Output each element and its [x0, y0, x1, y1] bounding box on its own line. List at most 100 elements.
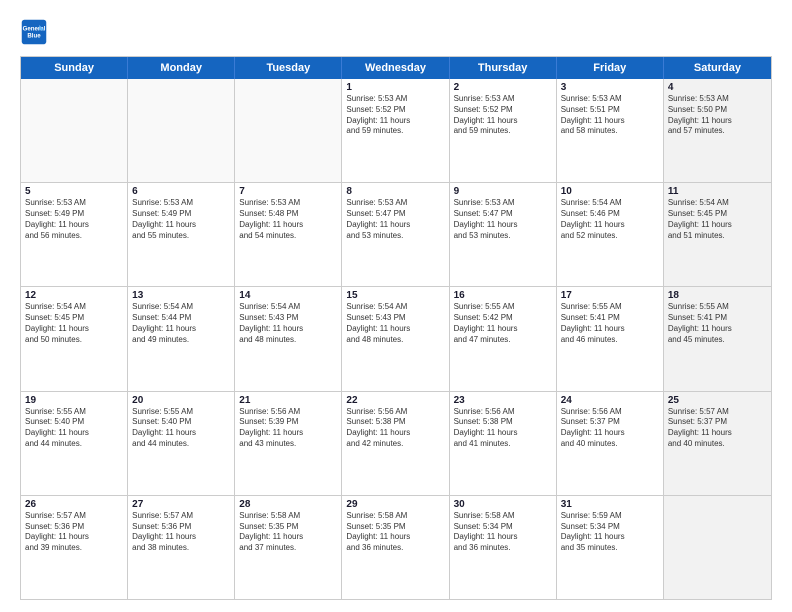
calendar-cell: 16Sunrise: 5:55 AM Sunset: 5:42 PM Dayli…: [450, 287, 557, 390]
calendar-cell: 31Sunrise: 5:59 AM Sunset: 5:34 PM Dayli…: [557, 496, 664, 599]
calendar-cell: 6Sunrise: 5:53 AM Sunset: 5:49 PM Daylig…: [128, 183, 235, 286]
day-number: 29: [346, 499, 444, 510]
cell-info: Sunrise: 5:55 AM Sunset: 5:42 PM Dayligh…: [454, 302, 552, 345]
day-number: 16: [454, 290, 552, 301]
cell-info: Sunrise: 5:56 AM Sunset: 5:38 PM Dayligh…: [346, 407, 444, 450]
day-number: 20: [132, 395, 230, 406]
logo-icon: General Blue: [20, 18, 48, 46]
day-number: 1: [346, 82, 444, 93]
cell-info: Sunrise: 5:57 AM Sunset: 5:36 PM Dayligh…: [25, 511, 123, 554]
day-number: 21: [239, 395, 337, 406]
cell-info: Sunrise: 5:58 AM Sunset: 5:35 PM Dayligh…: [239, 511, 337, 554]
calendar-header-cell: Sunday: [21, 57, 128, 79]
day-number: 17: [561, 290, 659, 301]
svg-text:Blue: Blue: [27, 32, 41, 39]
day-number: 31: [561, 499, 659, 510]
calendar-week: 12Sunrise: 5:54 AM Sunset: 5:45 PM Dayli…: [21, 287, 771, 391]
calendar-cell: 21Sunrise: 5:56 AM Sunset: 5:39 PM Dayli…: [235, 392, 342, 495]
calendar-cell: [235, 79, 342, 182]
cell-info: Sunrise: 5:53 AM Sunset: 5:47 PM Dayligh…: [454, 198, 552, 241]
day-number: 26: [25, 499, 123, 510]
cell-info: Sunrise: 5:53 AM Sunset: 5:49 PM Dayligh…: [132, 198, 230, 241]
day-number: 23: [454, 395, 552, 406]
calendar-cell: 23Sunrise: 5:56 AM Sunset: 5:38 PM Dayli…: [450, 392, 557, 495]
calendar-cell: 10Sunrise: 5:54 AM Sunset: 5:46 PM Dayli…: [557, 183, 664, 286]
calendar-cell: 25Sunrise: 5:57 AM Sunset: 5:37 PM Dayli…: [664, 392, 771, 495]
day-number: 4: [668, 82, 767, 93]
calendar-cell: 9Sunrise: 5:53 AM Sunset: 5:47 PM Daylig…: [450, 183, 557, 286]
cell-info: Sunrise: 5:54 AM Sunset: 5:45 PM Dayligh…: [25, 302, 123, 345]
calendar-header-cell: Friday: [557, 57, 664, 79]
calendar: SundayMondayTuesdayWednesdayThursdayFrid…: [20, 56, 772, 600]
day-number: 11: [668, 186, 767, 197]
cell-info: Sunrise: 5:53 AM Sunset: 5:52 PM Dayligh…: [346, 94, 444, 137]
cell-info: Sunrise: 5:53 AM Sunset: 5:50 PM Dayligh…: [668, 94, 767, 137]
day-number: 27: [132, 499, 230, 510]
day-number: 3: [561, 82, 659, 93]
cell-info: Sunrise: 5:53 AM Sunset: 5:51 PM Dayligh…: [561, 94, 659, 137]
cell-info: Sunrise: 5:55 AM Sunset: 5:41 PM Dayligh…: [561, 302, 659, 345]
cell-info: Sunrise: 5:55 AM Sunset: 5:41 PM Dayligh…: [668, 302, 767, 345]
calendar-cell: 7Sunrise: 5:53 AM Sunset: 5:48 PM Daylig…: [235, 183, 342, 286]
day-number: 15: [346, 290, 444, 301]
calendar-cell: [664, 496, 771, 599]
day-number: 18: [668, 290, 767, 301]
day-number: 14: [239, 290, 337, 301]
calendar-cell: 15Sunrise: 5:54 AM Sunset: 5:43 PM Dayli…: [342, 287, 449, 390]
calendar-cell: 22Sunrise: 5:56 AM Sunset: 5:38 PM Dayli…: [342, 392, 449, 495]
day-number: 28: [239, 499, 337, 510]
day-number: 24: [561, 395, 659, 406]
calendar-header-cell: Thursday: [450, 57, 557, 79]
calendar-cell: 2Sunrise: 5:53 AM Sunset: 5:52 PM Daylig…: [450, 79, 557, 182]
logo: General Blue: [20, 18, 52, 46]
calendar-cell: 30Sunrise: 5:58 AM Sunset: 5:34 PM Dayli…: [450, 496, 557, 599]
day-number: 12: [25, 290, 123, 301]
calendar-cell: 14Sunrise: 5:54 AM Sunset: 5:43 PM Dayli…: [235, 287, 342, 390]
day-number: 9: [454, 186, 552, 197]
day-number: 13: [132, 290, 230, 301]
calendar-cell: 24Sunrise: 5:56 AM Sunset: 5:37 PM Dayli…: [557, 392, 664, 495]
calendar-week: 1Sunrise: 5:53 AM Sunset: 5:52 PM Daylig…: [21, 79, 771, 183]
calendar-cell: 5Sunrise: 5:53 AM Sunset: 5:49 PM Daylig…: [21, 183, 128, 286]
calendar-week: 26Sunrise: 5:57 AM Sunset: 5:36 PM Dayli…: [21, 496, 771, 599]
calendar-cell: 11Sunrise: 5:54 AM Sunset: 5:45 PM Dayli…: [664, 183, 771, 286]
calendar-header-cell: Saturday: [664, 57, 771, 79]
cell-info: Sunrise: 5:56 AM Sunset: 5:37 PM Dayligh…: [561, 407, 659, 450]
calendar-header-cell: Tuesday: [235, 57, 342, 79]
calendar-cell: 20Sunrise: 5:55 AM Sunset: 5:40 PM Dayli…: [128, 392, 235, 495]
calendar-cell: 29Sunrise: 5:58 AM Sunset: 5:35 PM Dayli…: [342, 496, 449, 599]
day-number: 30: [454, 499, 552, 510]
calendar-week: 19Sunrise: 5:55 AM Sunset: 5:40 PM Dayli…: [21, 392, 771, 496]
day-number: 6: [132, 186, 230, 197]
cell-info: Sunrise: 5:54 AM Sunset: 5:46 PM Dayligh…: [561, 198, 659, 241]
day-number: 2: [454, 82, 552, 93]
day-number: 7: [239, 186, 337, 197]
day-number: 25: [668, 395, 767, 406]
calendar-body: 1Sunrise: 5:53 AM Sunset: 5:52 PM Daylig…: [21, 79, 771, 599]
cell-info: Sunrise: 5:55 AM Sunset: 5:40 PM Dayligh…: [25, 407, 123, 450]
calendar-header: SundayMondayTuesdayWednesdayThursdayFrid…: [21, 57, 771, 79]
cell-info: Sunrise: 5:53 AM Sunset: 5:48 PM Dayligh…: [239, 198, 337, 241]
day-number: 19: [25, 395, 123, 406]
header: General Blue: [20, 18, 772, 46]
calendar-cell: 26Sunrise: 5:57 AM Sunset: 5:36 PM Dayli…: [21, 496, 128, 599]
cell-info: Sunrise: 5:58 AM Sunset: 5:34 PM Dayligh…: [454, 511, 552, 554]
calendar-cell: [128, 79, 235, 182]
calendar-header-cell: Wednesday: [342, 57, 449, 79]
cell-info: Sunrise: 5:53 AM Sunset: 5:52 PM Dayligh…: [454, 94, 552, 137]
calendar-cell: 28Sunrise: 5:58 AM Sunset: 5:35 PM Dayli…: [235, 496, 342, 599]
cell-info: Sunrise: 5:56 AM Sunset: 5:38 PM Dayligh…: [454, 407, 552, 450]
calendar-cell: 8Sunrise: 5:53 AM Sunset: 5:47 PM Daylig…: [342, 183, 449, 286]
calendar-cell: 27Sunrise: 5:57 AM Sunset: 5:36 PM Dayli…: [128, 496, 235, 599]
calendar-cell: 18Sunrise: 5:55 AM Sunset: 5:41 PM Dayli…: [664, 287, 771, 390]
calendar-cell: 17Sunrise: 5:55 AM Sunset: 5:41 PM Dayli…: [557, 287, 664, 390]
calendar-week: 5Sunrise: 5:53 AM Sunset: 5:49 PM Daylig…: [21, 183, 771, 287]
cell-info: Sunrise: 5:59 AM Sunset: 5:34 PM Dayligh…: [561, 511, 659, 554]
cell-info: Sunrise: 5:58 AM Sunset: 5:35 PM Dayligh…: [346, 511, 444, 554]
cell-info: Sunrise: 5:57 AM Sunset: 5:36 PM Dayligh…: [132, 511, 230, 554]
calendar-cell: 12Sunrise: 5:54 AM Sunset: 5:45 PM Dayli…: [21, 287, 128, 390]
calendar-cell: 1Sunrise: 5:53 AM Sunset: 5:52 PM Daylig…: [342, 79, 449, 182]
calendar-cell: 4Sunrise: 5:53 AM Sunset: 5:50 PM Daylig…: [664, 79, 771, 182]
day-number: 10: [561, 186, 659, 197]
cell-info: Sunrise: 5:54 AM Sunset: 5:44 PM Dayligh…: [132, 302, 230, 345]
